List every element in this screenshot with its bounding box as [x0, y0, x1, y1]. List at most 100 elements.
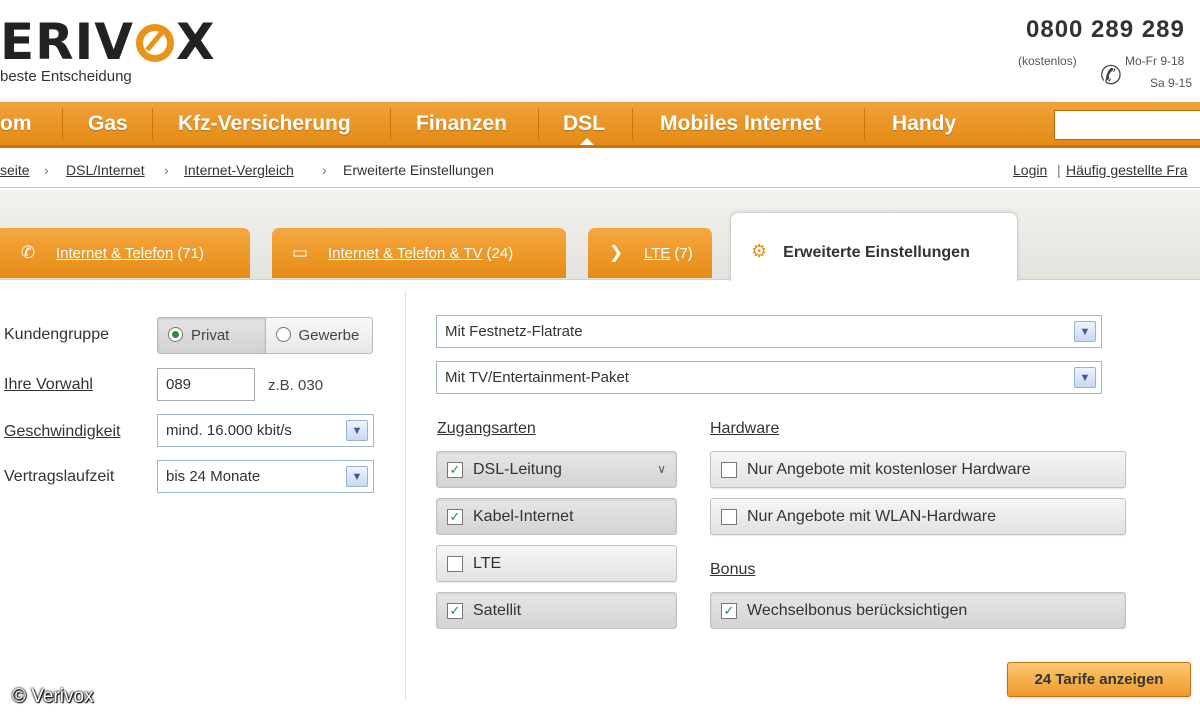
breadcrumb-separator: ›	[164, 162, 169, 178]
select-value: mind. 16.000 kbit/s	[166, 422, 292, 439]
tab-count: (7)	[674, 245, 693, 262]
rss-icon: ❯	[608, 243, 624, 262]
geschwindigkeit-label: Geschwindigkeit	[4, 423, 121, 440]
radio-checked-icon	[168, 327, 183, 342]
hardware-title: Hardware	[710, 420, 780, 437]
verivox-logo[interactable]: ERIV X	[0, 14, 216, 70]
nav-divider	[864, 108, 865, 140]
breadcrumb-dsl-link[interactable]: DSL/Internet	[66, 152, 145, 188]
nav-divider	[632, 108, 633, 140]
vorwahl-label: Ihre Vorwahl	[4, 376, 93, 393]
checkbox-satellit[interactable]: ✓ Satellit	[436, 592, 677, 629]
nav-item-kfz[interactable]: Kfz-Versicherung	[178, 102, 351, 146]
checkbox-dsl-leitung[interactable]: ✓ DSL-Leitung ∨	[436, 451, 677, 488]
column-divider	[405, 290, 406, 700]
phone-icon: ✆	[20, 243, 36, 262]
checkbox-checked-icon: ✓	[447, 509, 463, 525]
checkbox-label: DSL-Leitung	[473, 461, 562, 478]
main-navigation: om Gas Kfz-Versicherung Finanzen DSL Mob…	[0, 102, 1200, 148]
nav-item-handy[interactable]: Handy	[892, 102, 956, 146]
hours-weekday: Mo-Fr 9-18	[1125, 54, 1185, 68]
nav-item-finanzen[interactable]: Finanzen	[416, 102, 507, 146]
option-label: Gewerbe	[298, 327, 360, 344]
radio-unchecked-icon	[275, 327, 291, 342]
checkbox-lte[interactable]: LTE	[436, 545, 677, 582]
search-input[interactable]	[1054, 110, 1200, 140]
tv-paket-select[interactable]: Mit TV/Entertainment-Paket ▼	[436, 361, 1102, 394]
festnetz-select[interactable]: Mit Festnetz-Flatrate ▼	[436, 315, 1102, 348]
kundengruppe-label: Kundengruppe	[4, 326, 109, 343]
checkbox-kostenlose-hardware[interactable]: Nur Angebote mit kostenloser Hardware	[710, 451, 1126, 488]
option-gewerbe[interactable]: Gewerbe	[266, 318, 373, 353]
checkbox-kabel-internet[interactable]: ✓ Kabel-Internet	[436, 498, 677, 535]
checkbox-label: Nur Angebote mit WLAN-Hardware	[747, 508, 996, 525]
nav-divider	[62, 108, 63, 140]
breadcrumb-separator: ›	[44, 162, 49, 178]
breadcrumb-vergleich-link[interactable]: Internet-Vergleich	[184, 152, 294, 188]
geschwindigkeit-select[interactable]: mind. 16.000 kbit/s ▼	[157, 414, 374, 447]
copyright-watermark: © Verivox	[12, 686, 94, 707]
nav-divider	[390, 108, 391, 140]
tab-internet-telefon[interactable]: ✆ Internet & Telefon (71)	[0, 228, 250, 278]
logo-ring-icon	[135, 24, 174, 62]
tv-icon: ▭	[291, 243, 309, 262]
breadcrumb-separator: ›	[322, 162, 327, 178]
nav-item-mobiles-internet[interactable]: Mobiles Internet	[660, 102, 821, 146]
select-value: Mit TV/Entertainment-Paket	[445, 369, 629, 386]
chevron-down-icon: ▼	[1074, 321, 1096, 342]
checkbox-label: Nur Angebote mit kostenloser Hardware	[747, 461, 1031, 478]
checkbox-label: LTE	[473, 555, 502, 572]
breadcrumb-home-link[interactable]: seite	[0, 152, 30, 188]
tab-erweiterte-einstellungen[interactable]: ⚙ Erweiterte Einstellungen	[730, 212, 1018, 282]
bonus-title: Bonus	[710, 561, 756, 578]
chevron-down-icon: ▼	[1074, 367, 1096, 388]
option-privat[interactable]: Privat	[158, 318, 266, 353]
option-label: Privat	[191, 327, 230, 344]
active-nav-indicator	[580, 138, 594, 145]
checkbox-checked-icon: ✓	[447, 603, 463, 619]
nav-item-gas[interactable]: Gas	[88, 102, 128, 146]
tab-label: Internet & Telefon	[56, 245, 174, 262]
select-value: bis 24 Monate	[166, 468, 261, 485]
checkbox-checked-icon: ✓	[447, 462, 463, 478]
faq-link[interactable]: Häufig gestellte Fra	[1066, 152, 1187, 188]
tab-lte[interactable]: ❯ LTE (7)	[588, 228, 712, 278]
checkbox-label: Wechselbonus berücksichtigen	[747, 602, 968, 619]
chevron-down-icon: ▼	[346, 466, 368, 487]
checkbox-wechselbonus[interactable]: ✓ Wechselbonus berücksichtigen	[710, 592, 1126, 629]
hours-saturday: Sa 9-15	[1150, 76, 1193, 90]
gears-icon: ⚙	[751, 241, 768, 261]
vertragslaufzeit-select[interactable]: bis 24 Monate ▼	[157, 460, 374, 493]
breadcrumb: seite › DSL/Internet › Internet-Vergleic…	[0, 152, 1200, 188]
nav-item-telekom[interactable]: om	[0, 102, 32, 146]
kundengruppe-toggle: Privat Gewerbe	[157, 317, 373, 354]
telephone-icon: ✆	[1100, 60, 1122, 90]
tab-label: LTE	[644, 245, 671, 262]
logo-text-part1: ERIV	[0, 13, 134, 71]
vorwahl-input[interactable]: 089	[157, 368, 255, 401]
nav-divider	[538, 108, 539, 140]
nav-divider	[152, 108, 153, 140]
checkbox-label: Kabel-Internet	[473, 508, 574, 525]
expand-chevron-icon[interactable]: ∨	[657, 452, 666, 487]
tab-internet-telefon-tv[interactable]: ▭ Internet & Telefon & TV (24)	[272, 228, 566, 278]
checkbox-unchecked-icon	[447, 556, 463, 572]
checkbox-unchecked-icon	[721, 462, 737, 478]
vorwahl-hint: z.B. 030	[268, 377, 324, 394]
vertragslaufzeit-label: Vertragslaufzeit	[4, 468, 115, 485]
checkbox-checked-icon: ✓	[721, 603, 737, 619]
checkbox-unchecked-icon	[721, 509, 737, 525]
site-header: ERIV X beste Entscheidung 0800 289 289 (k…	[0, 0, 1200, 102]
show-tariffs-button[interactable]: 24 Tarife anzeigen	[1007, 662, 1191, 697]
tab-count: (71)	[177, 245, 204, 262]
select-value: Mit Festnetz-Flatrate	[445, 323, 583, 340]
checkbox-wlan-hardware[interactable]: Nur Angebote mit WLAN-Hardware	[710, 498, 1126, 535]
zugangsarten-title: Zugangsarten	[437, 420, 536, 437]
login-link[interactable]: Login	[1013, 152, 1047, 188]
hotline-number: 0800 289 289	[1026, 16, 1185, 43]
tagline: beste Entscheidung	[0, 68, 132, 85]
tab-count: (24)	[486, 245, 514, 262]
tab-label: Internet & Telefon & TV	[328, 245, 483, 262]
chevron-down-icon: ▼	[346, 420, 368, 441]
logo-text-part2: X	[175, 13, 216, 71]
